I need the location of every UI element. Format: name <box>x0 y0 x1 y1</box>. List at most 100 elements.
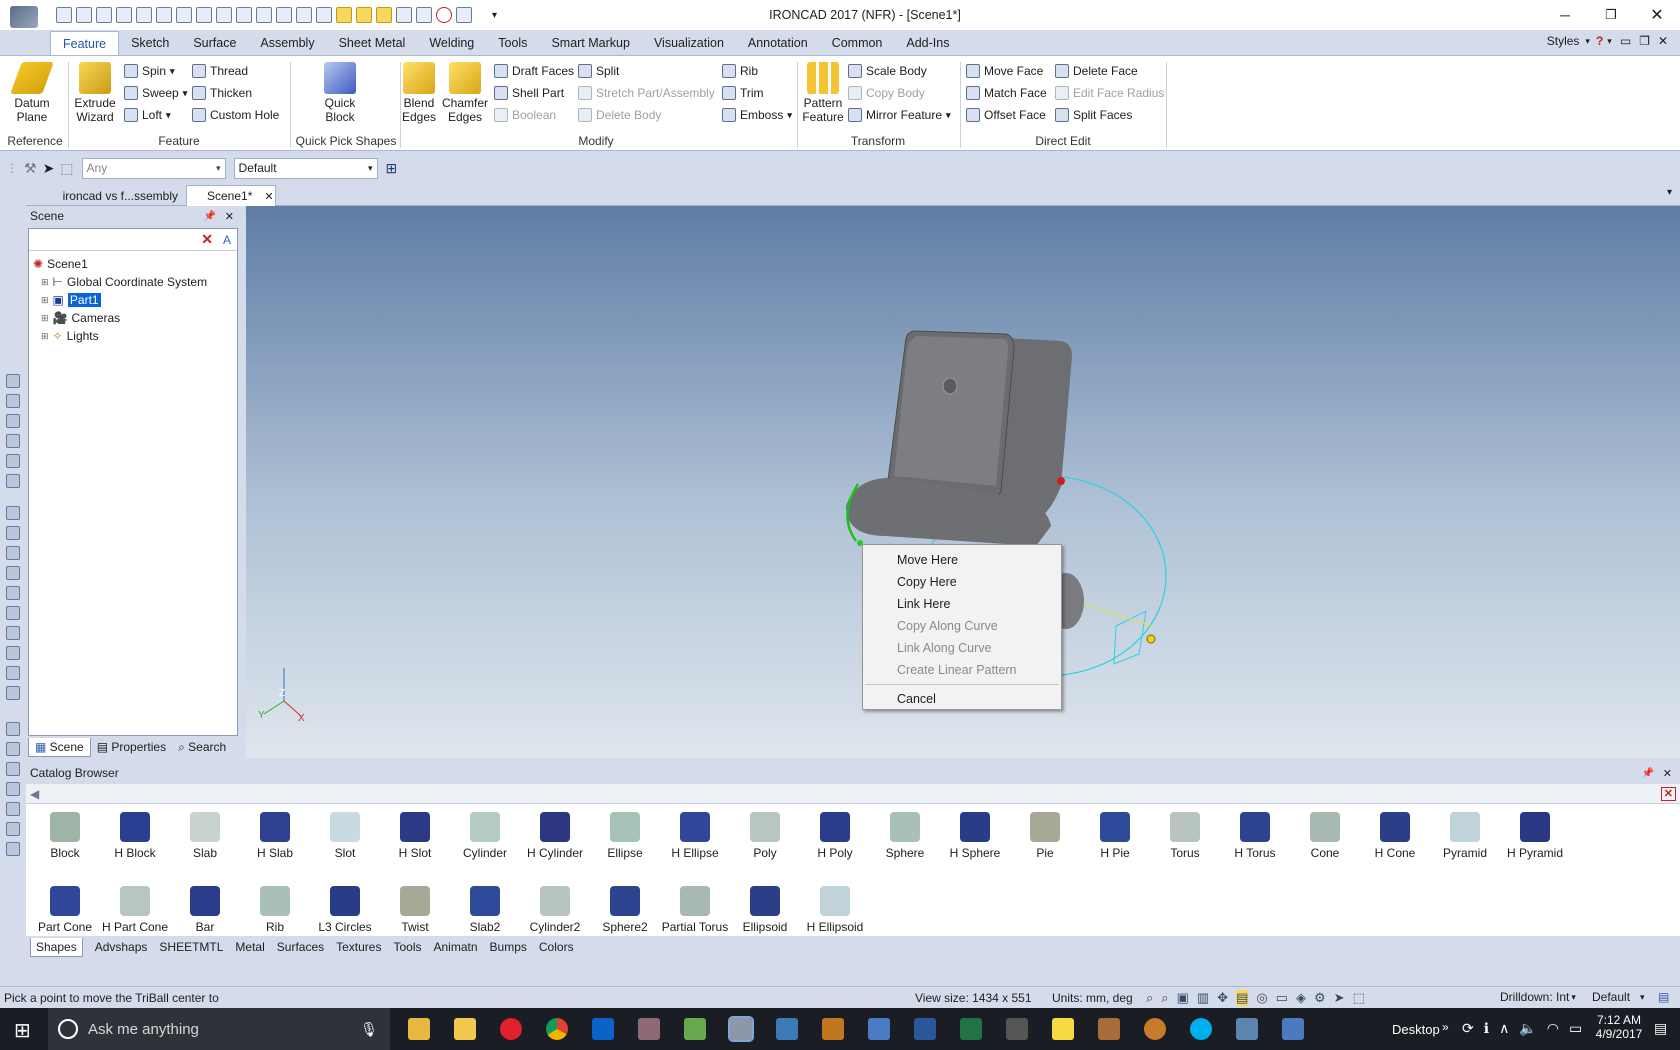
measure-icon[interactable] <box>6 802 20 816</box>
offset-face-button[interactable]: Offset Face <box>966 104 1047 126</box>
catalog-item-r1-13[interactable]: H Sphere <box>940 812 1010 860</box>
selection-filter-select[interactable]: Any ▾ <box>81 157 226 179</box>
orient-icon[interactable] <box>6 526 20 540</box>
orient-icon[interactable] <box>6 506 20 520</box>
tab-smart-markup[interactable]: Smart Markup <box>539 31 642 55</box>
catalog-item-r2-10[interactable]: Ellipsoid <box>730 886 800 934</box>
close-icon[interactable]: ✕ <box>1663 767 1672 780</box>
style-select[interactable]: Default ▾ <box>233 157 378 179</box>
blend-edges-button[interactable]: Blend Edges <box>400 62 438 124</box>
menu-copy-here[interactable]: Copy Here <box>863 571 1061 593</box>
measure-icon[interactable] <box>6 722 20 736</box>
mode-select[interactable]: Default ▾ <box>1592 990 1645 1004</box>
network-icon[interactable]: ⟳ <box>1462 1020 1474 1037</box>
catalog-item-r1-0[interactable]: Block <box>30 812 100 860</box>
panel-tab-scene[interactable]: ▦ Scene <box>28 737 91 757</box>
panel-tab-search[interactable]: ⌕ Search <box>172 738 232 757</box>
pattern-feature-button[interactable]: Pattern Feature <box>800 62 846 124</box>
catalog-item-r1-19[interactable]: H Cone <box>1360 812 1430 860</box>
close-icon[interactable]: ✕ <box>225 210 234 223</box>
view-icon[interactable] <box>6 434 20 448</box>
calculator-icon[interactable] <box>1006 1018 1028 1040</box>
orient-icon[interactable] <box>6 546 20 560</box>
measure-icon[interactable] <box>6 822 20 836</box>
tab-assembly[interactable]: Assembly <box>248 31 326 55</box>
catalog-item-r1-1[interactable]: H Block <box>100 812 170 860</box>
app-icon[interactable] <box>1144 1018 1166 1040</box>
app-icon[interactable] <box>1098 1018 1120 1040</box>
app-icon[interactable] <box>1236 1018 1258 1040</box>
skype-icon[interactable] <box>1190 1018 1212 1040</box>
scale-body-button[interactable]: Scale Body <box>848 60 951 82</box>
catalog-tab-bumps[interactable]: Bumps <box>490 940 527 954</box>
shading-icon[interactable]: ▭ <box>1276 990 1288 1006</box>
measure-icon[interactable] <box>6 842 20 856</box>
triball-handle-yellow[interactable] <box>1146 634 1156 644</box>
view-icon[interactable] <box>6 374 20 388</box>
expand-icon[interactable]: ⊞ <box>41 313 49 324</box>
search-options-icon[interactable]: A <box>223 233 231 247</box>
tab-welding[interactable]: Welding <box>417 31 486 55</box>
catalog-tab-animatn[interactable]: Animatn <box>434 940 478 954</box>
catalog-item-r1-16[interactable]: Torus <box>1150 812 1220 860</box>
zoom-icon[interactable]: ⌕ <box>1146 990 1153 1006</box>
close-icon[interactable]: ✕ <box>264 190 273 203</box>
catalog-item-r1-4[interactable]: Slot <box>310 812 380 860</box>
clear-search-icon[interactable]: ✕ <box>201 231 213 248</box>
wifi-icon[interactable]: ◠ <box>1547 1020 1559 1037</box>
volume-icon[interactable]: 🔈 <box>1519 1020 1536 1037</box>
pointer-icon[interactable]: ➤ <box>1334 990 1345 1006</box>
catalog-item-r2-0[interactable]: Part Cone <box>30 886 100 934</box>
catalog-item-r2-4[interactable]: L3 Circles <box>310 886 380 934</box>
catalog-tab-surfaces[interactable]: Surfaces <box>277 940 324 954</box>
catalog-tab-textures[interactable]: Textures <box>336 940 381 954</box>
catalog-item-r2-7[interactable]: Cylinder2 <box>520 886 590 934</box>
catalog-tab-metal[interactable]: Metal <box>235 940 264 954</box>
orient-icon[interactable] <box>6 566 20 580</box>
app-icon[interactable] <box>822 1018 844 1040</box>
info-icon[interactable]: ℹ <box>1484 1020 1489 1037</box>
close-catalog-icon[interactable]: ✕ <box>1660 786 1676 801</box>
tree-item-scene1[interactable]: ✺ Scene1 <box>33 255 207 273</box>
select-mode-icon[interactable]: ⬚ <box>1353 990 1365 1006</box>
orient-icon[interactable] <box>6 646 20 660</box>
excel-icon[interactable] <box>960 1018 982 1040</box>
chevron-down-icon[interactable]: ▾ <box>1585 36 1590 47</box>
glasses-icon[interactable]: ◎ <box>1256 990 1267 1006</box>
chrome-icon[interactable] <box>546 1018 568 1040</box>
folder-icon[interactable] <box>454 1018 476 1040</box>
section-icon[interactable]: ◈ <box>1296 990 1306 1006</box>
catalog-item-r1-17[interactable]: H Torus <box>1220 812 1290 860</box>
catalog-item-r2-5[interactable]: Twist <box>380 886 450 934</box>
edit-face-radius-button[interactable]: Edit Face Radius <box>1055 82 1164 104</box>
snap-icon[interactable]: ✥ <box>1217 990 1228 1006</box>
zoom-window-icon[interactable]: ⌕ <box>1161 990 1168 1006</box>
restore-icon[interactable]: ❐ <box>1639 34 1650 48</box>
highlight-icon[interactable]: ▤ <box>1236 990 1249 1006</box>
measure-icon[interactable] <box>6 742 20 756</box>
mirror-feature-button[interactable]: Mirror Feature ▾ <box>848 104 951 126</box>
catalog-tab-shapes[interactable]: Shapes <box>30 937 83 957</box>
orient-icon[interactable] <box>6 606 20 620</box>
tab-sheet-metal[interactable]: Sheet Metal <box>327 31 418 55</box>
datum-plane-button[interactable]: Datum Plane <box>6 62 58 124</box>
app-icon[interactable] <box>638 1018 660 1040</box>
chamfer-edges-button[interactable]: Chamfer Edges <box>440 62 490 124</box>
spin-button[interactable]: Spin ▾ <box>124 60 187 82</box>
taskbar-search[interactable]: Ask me anything 🎙 <box>48 1008 390 1050</box>
catalog-item-r1-5[interactable]: H Slot <box>380 812 450 860</box>
catalog-item-r1-3[interactable]: H Slab <box>240 812 310 860</box>
tab-sketch[interactable]: Sketch <box>119 31 181 55</box>
loft-button[interactable]: Loft ▾ <box>124 104 187 126</box>
orient-icon[interactable] <box>6 626 20 640</box>
catalog-item-r1-21[interactable]: H Pyramid <box>1500 812 1570 860</box>
catalog-item-r1-14[interactable]: Pie <box>1010 812 1080 860</box>
catalog-item-r1-12[interactable]: Sphere <box>870 812 940 860</box>
catalog-item-r1-15[interactable]: H Pie <box>1080 812 1150 860</box>
catalog-item-r1-11[interactable]: H Poly <box>800 812 870 860</box>
drilldown-select[interactable]: Drilldown: Int ▾ <box>1500 990 1576 1004</box>
pointer-icon[interactable]: ➤ <box>43 160 55 177</box>
catalog-item-r1-18[interactable]: Cone <box>1290 812 1360 860</box>
tray-up-icon[interactable]: ∧ <box>1499 1020 1509 1037</box>
tab-add-ins[interactable]: Add-Ins <box>894 31 961 55</box>
